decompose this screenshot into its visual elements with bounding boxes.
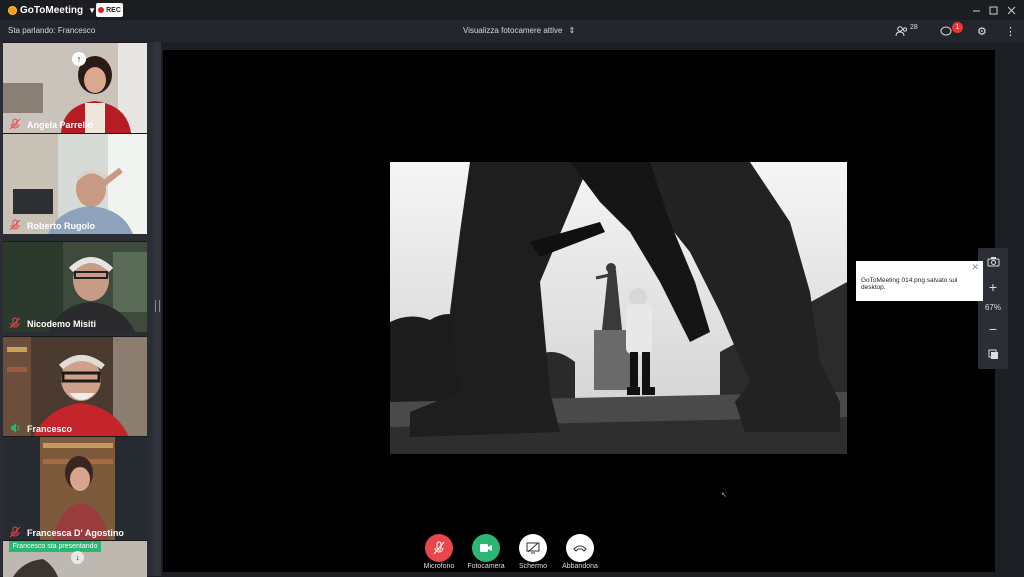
participant-name: Roberto Rugolo (27, 221, 95, 231)
zoom-level: 67% (984, 303, 1001, 312)
maximize-icon (989, 6, 997, 14)
close-icon[interactable]: ✕ (971, 262, 979, 273)
statue-photo (390, 162, 847, 454)
close-button[interactable] (1003, 2, 1019, 18)
arrow-up-icon[interactable]: ↑ (72, 52, 86, 66)
participant-tile[interactable]: Nicodemo Misiti (3, 241, 147, 332)
app-menu[interactable]: GoToMeeting ▼ (8, 3, 96, 17)
zoom-out-button[interactable]: − (984, 320, 1002, 338)
mic-active-icon (9, 422, 21, 434)
rec-label: REC (106, 6, 121, 14)
microphone-button[interactable] (425, 534, 453, 562)
participants-sidebar: ↑ Angela Parrello Roberto Rugolo Nicodem… (0, 42, 160, 577)
mic-muted-icon (9, 118, 21, 130)
fit-screen-button[interactable] (984, 345, 1002, 363)
scroll-down-button[interactable]: ↓ (71, 551, 84, 564)
chat-icon (940, 26, 952, 35)
meeting-toolbar: Sta parlando: Francesco Visualizza fotoc… (0, 20, 1024, 42)
mic-muted-icon (433, 541, 445, 555)
chat-button[interactable] (940, 23, 952, 39)
participant-video (3, 337, 147, 437)
camera-view-label: Visualizza fotocamere attive (463, 26, 563, 35)
presenting-label: Francesco sta presentando (9, 541, 101, 552)
leave-label: Abbandona (562, 563, 598, 570)
mic-muted-icon (9, 317, 21, 329)
hang-up-icon (573, 545, 587, 552)
screen-share-off-icon (526, 542, 540, 554)
video-camera-icon (480, 544, 492, 552)
participant-name: Francesco (27, 424, 73, 434)
maximize-button[interactable] (985, 2, 1001, 18)
participant-name: Francesca D' Agostino (27, 528, 124, 538)
minus-icon: − (988, 321, 998, 337)
rec-button[interactable]: REC (96, 3, 123, 17)
close-icon (1007, 6, 1015, 14)
mouse-cursor-icon: ↖ (721, 492, 727, 499)
arrow-down-icon: ↓ (75, 553, 80, 562)
toast-message: GoToMeeting 014.png salvato sul desktop. (861, 277, 958, 291)
participant-name: Nicodemo Misiti (27, 319, 97, 329)
gear-icon: ⚙ (977, 25, 987, 38)
title-bar: GoToMeeting ▼ REC (0, 0, 1024, 20)
copy-icon (988, 349, 998, 359)
more-options-button[interactable]: ⋮ (1005, 23, 1016, 39)
plus-icon: + (988, 279, 998, 295)
up-down-chevron-icon: ⇕ (568, 26, 576, 35)
app-name: GoToMeeting (20, 4, 84, 16)
settings-button[interactable]: ⚙ (977, 23, 987, 39)
participant-tile[interactable]: Francesco (3, 336, 147, 437)
minimize-icon (972, 10, 980, 11)
zoom-in-button[interactable]: + (984, 278, 1002, 296)
participant-tile[interactable]: Francesca D' Agostino (3, 436, 147, 541)
participant-video (3, 437, 147, 541)
chevron-down-icon: ▼ (88, 5, 97, 15)
more-vertical-icon: ⋮ (1005, 25, 1016, 38)
splitter-grip-icon[interactable] (155, 300, 160, 312)
screen-share-button[interactable] (519, 534, 547, 562)
mic-muted-icon (9, 526, 21, 538)
attendees-count: 28 (910, 23, 918, 31)
camera-icon (987, 256, 999, 266)
camera-view-select[interactable]: Visualizza fotocamere attive ⇕ (463, 26, 575, 35)
screenshot-saved-toast: ✕ GoToMeeting 014.png salvato sul deskto… (856, 261, 983, 301)
shared-screen-photo (390, 162, 847, 454)
minimize-button[interactable] (968, 2, 984, 18)
gotomeeting-logo-icon (8, 5, 17, 15)
people-icon (895, 25, 908, 36)
mic-muted-icon (9, 219, 21, 231)
camera-button[interactable] (472, 534, 500, 562)
record-dot-icon (98, 7, 105, 13)
participant-video (3, 134, 147, 234)
chat-badge: 1 (952, 22, 963, 33)
participant-name: Angela Parrello (27, 120, 94, 130)
participant-tile[interactable]: Roberto Rugolo (3, 133, 147, 234)
speaking-status: Sta parlando: Francesco (8, 26, 96, 35)
attendees-button[interactable]: 28 (895, 23, 918, 39)
participant-tile[interactable]: ↑ Angela Parrello (3, 42, 147, 133)
screenshot-button[interactable] (984, 252, 1002, 270)
leave-button[interactable] (566, 534, 594, 562)
